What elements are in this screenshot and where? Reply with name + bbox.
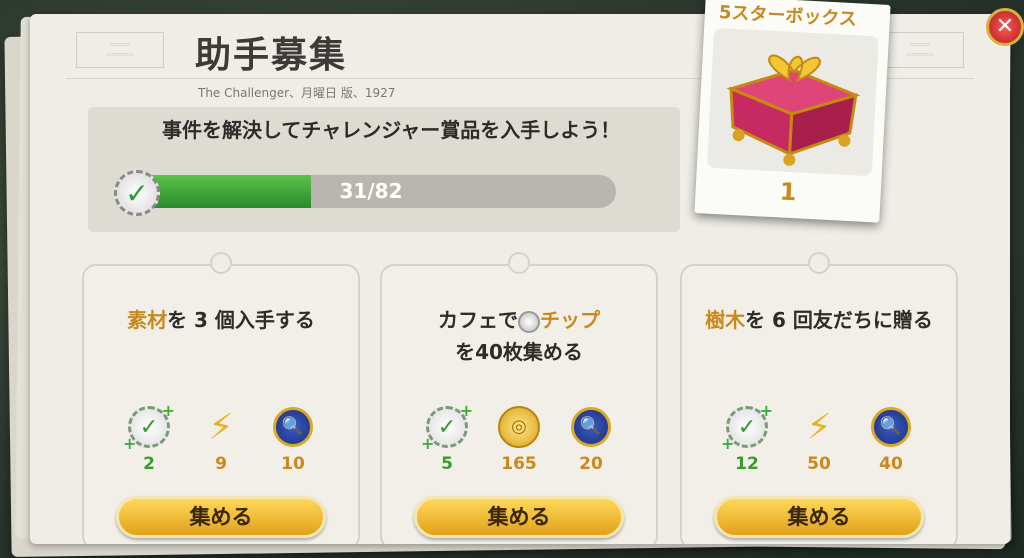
gift-box-icon: [726, 54, 861, 166]
detective-medal-icon: 🔍: [273, 407, 313, 447]
challenge-text: 事件を解決してチャレンジャー賞品を入手しよう！: [162, 118, 621, 142]
reward-card: 5スターボックス 1: [694, 0, 891, 223]
task-frame-ornament: [210, 252, 232, 274]
task-description: 樹木を 6 回友だちに贈る: [694, 304, 944, 336]
reward-item: ⚡ 9: [190, 404, 252, 475]
close-button[interactable]: ✕: [986, 8, 1024, 46]
energy-bolt-icon: ⚡: [806, 406, 832, 448]
page-title: 助手募集: [195, 35, 348, 76]
check-plus-icon: ✓ + +: [721, 401, 773, 453]
task-rewards: ✓ + + 2 ⚡ 9 🔍 10: [118, 401, 324, 475]
task-frame-ornament: [508, 252, 530, 274]
detective-medal-icon: 🔍: [571, 407, 611, 447]
reward-item: ⚡ 50: [788, 404, 850, 475]
task-text: を 3 個入手する: [167, 308, 315, 332]
reward-value: 5: [441, 454, 453, 474]
check-plus-icon: ✓ + +: [421, 401, 473, 453]
reward-value: 2: [143, 454, 155, 474]
reward-value: 50: [807, 454, 831, 474]
newspaper-byline: The Challenger、月曜日 版、1927: [198, 86, 396, 100]
gift-box-image: [706, 27, 879, 177]
task-card-materials: 素材を 3 個入手する ✓ + + 2 ⚡ 9 🔍 10 集める: [82, 252, 360, 544]
check-plus-icon: ✓ + +: [123, 401, 175, 453]
task-highlight: チップ: [540, 308, 600, 332]
task-card-trees: 樹木を 6 回友だちに贈る ✓ + + 12 ⚡ 50 🔍 40 集める: [680, 252, 958, 544]
reward-value: 20: [579, 454, 603, 474]
collect-button[interactable]: 集める: [714, 496, 924, 538]
task-frame-ornament: [808, 252, 830, 274]
reward-value: 40: [879, 454, 903, 474]
masthead-ornament-right: ▭▭▭ ▭▭▭▭: [876, 32, 964, 68]
task-card-cafe-chips: カフェで チップを40枚集める ✓ + + 5 ◎ 165 🔍 20 集める: [380, 252, 658, 544]
reward-item: ✓ + + 12: [716, 401, 778, 474]
task-highlight: 樹木: [705, 308, 746, 332]
reward-value: 9: [215, 454, 227, 474]
reward-value: 165: [501, 454, 537, 474]
progress-text: 31/82: [339, 179, 403, 203]
challenge-banner: 事件を解決してチャレンジャー賞品を入手しよう！: [88, 107, 680, 232]
reward-title: 5スターボックス: [718, 2, 858, 31]
task-highlight: 素材: [127, 308, 168, 332]
collect-button[interactable]: 集める: [116, 496, 326, 538]
task-text: を 6 回友だちに贈る: [745, 308, 933, 332]
task-description: 素材を 3 個入手する: [96, 304, 346, 336]
gold-coin-icon: ◎: [498, 406, 540, 448]
progress-bar: 31/82: [126, 175, 616, 208]
reward-item: ✓ + + 5: [416, 401, 478, 474]
task-text: を40枚集める: [455, 340, 583, 364]
energy-bolt-icon: ⚡: [208, 406, 234, 448]
cafe-chip-icon: [518, 310, 540, 333]
reward-item: ◎ 165: [488, 404, 550, 474]
reward-count: 1: [779, 177, 798, 207]
task-text-pre: カフェで: [438, 308, 518, 332]
reward-item: 🔍 10: [262, 404, 324, 474]
task-description: カフェで チップを40枚集める: [394, 304, 644, 368]
collect-button[interactable]: 集める: [414, 496, 624, 538]
detective-medal-icon: 🔍: [871, 407, 911, 447]
reward-value: 10: [281, 454, 305, 474]
reward-item: ✓ + + 2: [118, 401, 180, 474]
check-badge-icon: ✓: [114, 170, 160, 216]
reward-item: 🔍 20: [560, 404, 622, 474]
reward-value: 12: [735, 454, 759, 474]
reward-item: 🔍 40: [860, 404, 922, 474]
task-rewards: ✓ + + 5 ◎ 165 🔍 20: [416, 401, 622, 474]
masthead-ornament-left: ▭▭▭ ▭▭▭▭: [76, 32, 164, 68]
task-rewards: ✓ + + 12 ⚡ 50 🔍 40: [716, 401, 922, 475]
